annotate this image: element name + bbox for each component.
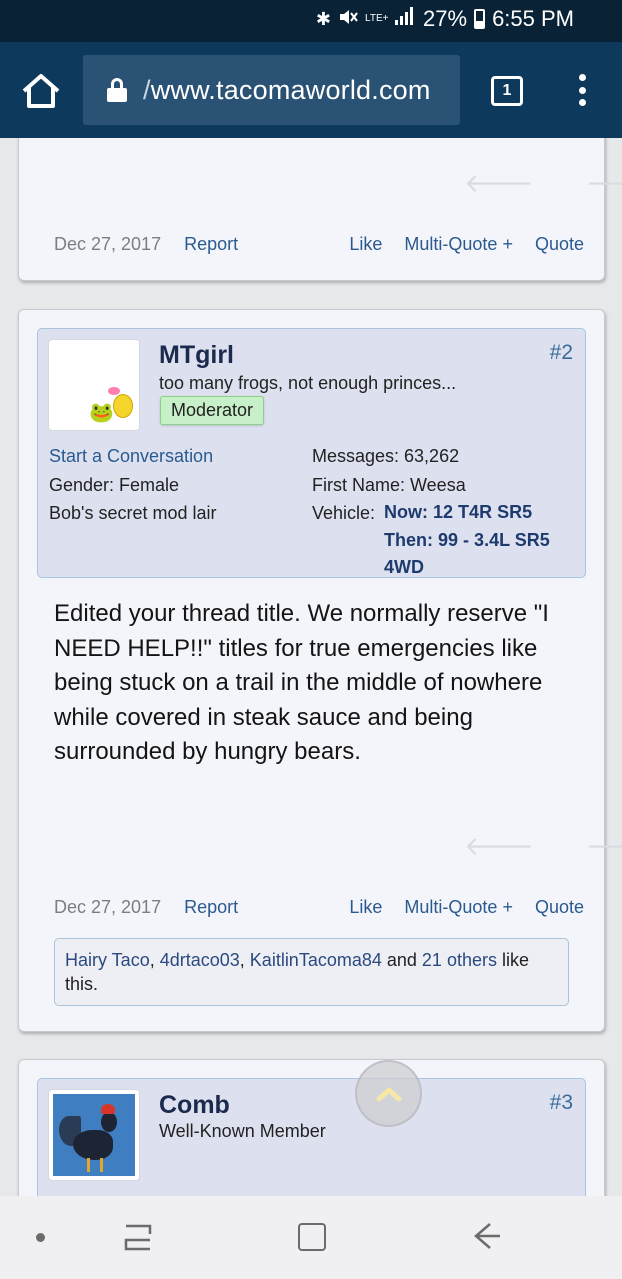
report-link[interactable]: Report (184, 897, 238, 918)
scroll-top-icon[interactable] (355, 1060, 422, 1127)
address-bar[interactable]: /www.tacomaworld.com (83, 55, 460, 125)
recent-apps-icon[interactable] (124, 1222, 152, 1252)
vehicle-then: Then: 99 - 3.4L SR5 4WD (384, 529, 550, 578)
post-1: 🡐 🡒 Dec 27, 2017 Report Like Multi-Quote… (18, 138, 622, 281)
user-info-box: 🐸 MTgirl too many frogs, not enough prin… (37, 328, 586, 578)
user-title: Well-Known Member (159, 1121, 326, 1141)
home-icon[interactable] (20, 72, 62, 110)
post-3: Comb Well-Known Member #3 (18, 1059, 605, 1196)
like-link[interactable]: Like (349, 234, 382, 255)
status-bar: ✱ LTE+ 27% 6:55 PM (0, 0, 622, 42)
quote-link[interactable]: Quote (535, 897, 584, 918)
back-icon[interactable] (472, 1220, 502, 1252)
multi-quote-link[interactable]: Multi-Quote + (404, 234, 513, 255)
username[interactable]: Comb (159, 1091, 230, 1120)
like-link[interactable]: Like (349, 897, 382, 918)
messages-count: Messages: 63,262 (312, 446, 460, 466)
tabs-icon[interactable]: 1 (491, 76, 523, 106)
vehicle-label: Vehicle: (312, 503, 376, 523)
liker-link[interactable]: 4drtaco03 (160, 950, 240, 970)
post-2-footer: Dec 27, 2017 Report Like Multi-Quote + Q… (54, 897, 584, 918)
avatar[interactable] (48, 1089, 140, 1181)
post-date[interactable]: Dec 27, 2017 (54, 234, 161, 255)
first-name-field: First Name: Weesa (312, 474, 466, 495)
mute-icon (338, 8, 358, 31)
user-info-box: Comb Well-Known Member #3 (37, 1078, 586, 1196)
moderator-badge: Moderator (160, 396, 265, 425)
post-message: Edited your thread title. We normally re… (54, 600, 549, 765)
system-nav-bar (0, 1196, 622, 1279)
browser-toolbar: /www.tacomaworld.com 1 (0, 42, 622, 138)
home-nav-icon[interactable] (298, 1223, 326, 1251)
lock-icon (107, 78, 127, 102)
location-field: Bob's secret mod lair (49, 503, 217, 523)
multi-quote-link[interactable]: Multi-Quote + (404, 897, 513, 918)
report-link[interactable]: Report (184, 234, 238, 255)
quote-link[interactable]: Quote (535, 234, 584, 255)
avatar[interactable]: 🐸 (48, 339, 140, 431)
likes-summary: Hairy Taco, 4drtaco03, KaitlinTacoma84 a… (54, 938, 569, 1006)
clock: 6:55 PM (492, 6, 574, 31)
liker-link[interactable]: Hairy Taco (65, 950, 150, 970)
post-number[interactable]: #3 (550, 1091, 573, 1115)
vehicle-now: Now: 12 T4R SR5 (384, 502, 533, 522)
smiley-icon (108, 387, 133, 418)
url-text: /www.tacomaworld.com (143, 74, 431, 105)
username[interactable]: MTgirl (159, 341, 234, 370)
post-date[interactable]: Dec 27, 2017 (54, 897, 161, 918)
liker-link[interactable]: KaitlinTacoma84 (250, 950, 382, 970)
others-link[interactable]: 21 others (422, 950, 497, 970)
user-title: too many frogs, not enough princes... (159, 373, 457, 393)
start-conversation-link[interactable]: Start a Conversation (49, 442, 217, 471)
post-2: 🐸 MTgirl too many frogs, not enough prin… (18, 309, 622, 1032)
overflow-menu-icon[interactable] (575, 74, 589, 106)
bluetooth-icon: ✱ (315, 8, 332, 29)
nav-dot-icon[interactable] (36, 1233, 45, 1242)
tab-count: 1 (502, 82, 512, 99)
rooster-icon (53, 1094, 135, 1176)
prev-arrow-icon[interactable]: 🡐 (464, 831, 534, 862)
signal-icon (394, 6, 416, 32)
post-number[interactable]: #2 (550, 341, 573, 365)
battery-icon (474, 9, 486, 29)
battery-percent: 27% (423, 6, 468, 31)
gender-field: Gender: Female (49, 474, 180, 495)
thread-content: 🡐 🡒 Dec 27, 2017 Report Like Multi-Quote… (0, 138, 622, 1196)
post-1-footer: Dec 27, 2017 Report Like Multi-Quote + Q… (54, 234, 584, 255)
prev-arrow-icon[interactable]: 🡐 (464, 168, 534, 199)
next-arrow-icon[interactable]: 🡒 (586, 831, 622, 862)
frog-icon: 🐸 (89, 402, 114, 424)
network-type-label: LTE+ (365, 13, 389, 24)
next-arrow-icon[interactable]: 🡒 (586, 168, 622, 199)
